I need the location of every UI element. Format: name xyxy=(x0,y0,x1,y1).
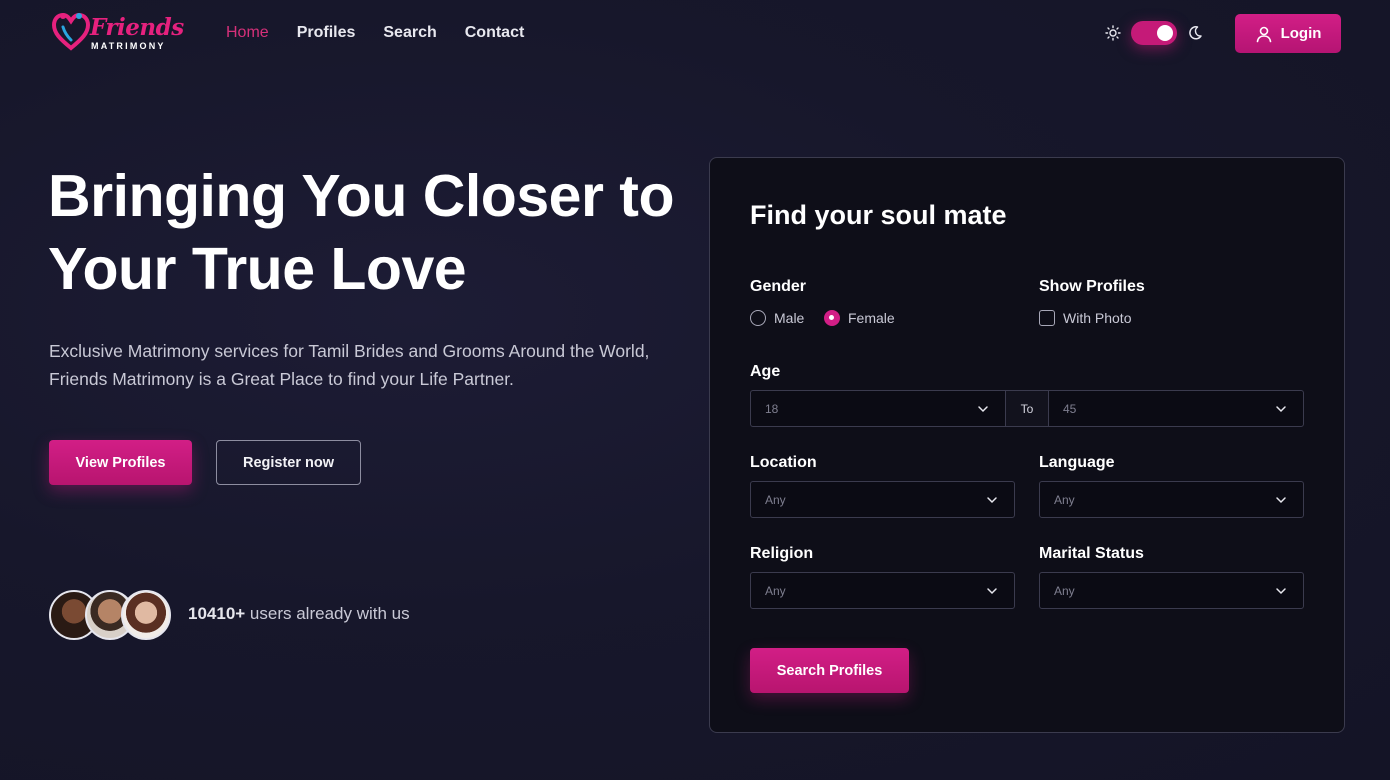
brand-logo[interactable]: Friends MATRIMONY xyxy=(52,12,184,54)
logo-subtitle: MATRIMONY xyxy=(91,41,166,51)
login-button[interactable]: Login xyxy=(1235,14,1341,53)
users-count-text: 10410+ users already with us xyxy=(188,604,410,624)
avatar xyxy=(121,590,171,640)
search-panel: Find your soul mate Gender Male Female S… xyxy=(709,157,1345,733)
marital-status-select[interactable]: Any xyxy=(1039,572,1304,609)
religion-value: Any xyxy=(765,583,786,598)
language-select[interactable]: Any xyxy=(1039,481,1304,518)
age-label: Age xyxy=(750,363,781,380)
moon-icon xyxy=(1189,26,1202,40)
chevron-down-icon xyxy=(1276,406,1286,413)
user-icon xyxy=(1256,26,1271,42)
hero-desc-line-1: Exclusive Matrimony services for Tamil B… xyxy=(49,341,650,361)
site-header: Friends MATRIMONY Home Profiles Search C… xyxy=(0,0,1390,68)
nav-home[interactable]: Home xyxy=(226,24,269,42)
hero-description: Exclusive Matrimony services for Tamil B… xyxy=(49,337,699,393)
search-profiles-button[interactable]: Search Profiles xyxy=(750,648,909,693)
marital-status-value: Any xyxy=(1054,583,1075,598)
male-label: Male xyxy=(774,310,805,326)
login-label: Login xyxy=(1280,25,1322,42)
heart-logo-icon xyxy=(52,12,90,51)
hero-title-line-1: Bringing You Closer to xyxy=(48,163,675,229)
sun-icon xyxy=(1105,25,1121,41)
logo-wordmark: Friends xyxy=(90,14,184,41)
chevron-down-icon xyxy=(987,588,997,595)
hero-desc-line-2: Friends Matrimony is a Great Place to fi… xyxy=(49,369,514,389)
nav-profiles[interactable]: Profiles xyxy=(297,24,356,42)
female-label: Female xyxy=(848,310,895,326)
with-photo-checkbox[interactable] xyxy=(1039,310,1055,326)
location-value: Any xyxy=(765,492,786,507)
chevron-down-icon xyxy=(978,406,988,413)
age-from-select[interactable]: 18 xyxy=(750,390,1006,427)
view-profiles-button[interactable]: View Profiles xyxy=(49,440,192,485)
with-photo-label: With Photo xyxy=(1063,310,1132,326)
theme-switcher xyxy=(1105,20,1203,46)
gender-label: Gender xyxy=(750,278,807,295)
location-select[interactable]: Any xyxy=(750,481,1015,518)
marital-status-label: Marital Status xyxy=(1039,545,1144,562)
nav-contact[interactable]: Contact xyxy=(465,24,525,42)
language-label: Language xyxy=(1039,454,1115,471)
age-to-separator: To xyxy=(1006,390,1048,427)
male-radio[interactable] xyxy=(750,310,766,326)
dark-mode-toggle[interactable] xyxy=(1131,21,1177,45)
language-value: Any xyxy=(1054,492,1075,507)
users-caption: users already with us xyxy=(245,604,410,623)
location-label: Location xyxy=(750,454,817,471)
religion-label: Religion xyxy=(750,545,814,562)
age-from-value: 18 xyxy=(765,401,779,416)
age-to-select[interactable]: 45 xyxy=(1048,390,1304,427)
age-to-value: 45 xyxy=(1063,401,1077,416)
users-count: 10410+ xyxy=(188,604,246,623)
gender-male-option[interactable]: Male xyxy=(750,310,804,326)
user-avatars xyxy=(49,590,174,640)
search-panel-title: Find your soul mate xyxy=(750,200,1007,230)
register-now-button[interactable]: Register now xyxy=(216,440,361,485)
main-nav: Home Profiles Search Contact xyxy=(226,24,524,42)
chevron-down-icon xyxy=(1276,497,1286,504)
nav-search[interactable]: Search xyxy=(383,24,436,42)
religion-select[interactable]: Any xyxy=(750,572,1015,609)
female-radio[interactable] xyxy=(824,310,840,326)
with-photo-option[interactable]: With Photo xyxy=(1039,310,1131,326)
gender-female-option[interactable]: Female xyxy=(824,310,895,326)
hero-title-line-2: Your True Love xyxy=(48,236,467,302)
hero-title: Bringing You Closer to Your True Love xyxy=(48,160,688,306)
show-profiles-label: Show Profiles xyxy=(1039,278,1145,295)
chevron-down-icon xyxy=(987,497,997,504)
chevron-down-icon xyxy=(1276,588,1286,595)
